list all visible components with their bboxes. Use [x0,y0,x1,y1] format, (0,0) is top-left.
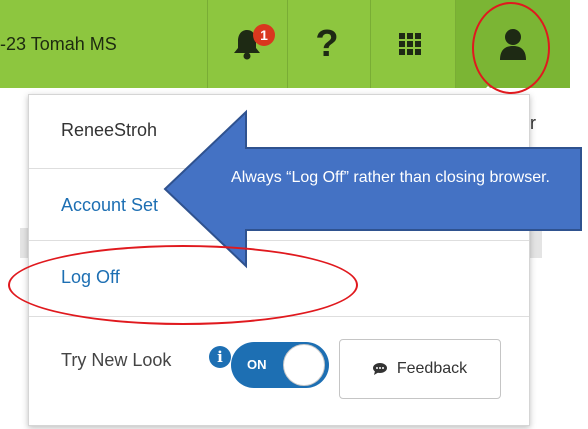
background-text: r [530,113,536,133]
apps-button[interactable] [370,0,450,88]
chat-bubble-icon [372,363,387,375]
school-selector[interactable]: -23 Tomah MS [0,0,210,88]
school-label: -23 Tomah MS [0,34,117,54]
username-label: ReneeStroh [61,120,158,140]
account-settings-label: Account Set [61,195,159,215]
notification-badge: 1 [253,24,275,46]
menu-username: ReneeStroh [29,95,529,169]
notifications-button[interactable]: 1 [207,0,287,88]
grid-icon [399,33,421,55]
info-icon[interactable]: i [209,346,231,368]
annotation-callout-text: Always “Log Off” rather than closing bro… [231,169,550,186]
background-panel [20,228,28,258]
new-look-toggle[interactable]: ON [231,342,329,388]
menu-footer: Try New Look i ON Feedback [29,317,529,425]
annotation-oval-log-off [8,245,358,325]
toggle-knob [283,344,325,386]
help-button[interactable]: ? [287,0,367,88]
background-panel [528,228,542,258]
feedback-button[interactable]: Feedback [339,339,501,399]
annotation-circle-user [472,2,550,94]
feedback-label: Feedback [396,360,468,377]
question-icon: ? [315,22,339,65]
toggle-state-label: ON [247,357,267,372]
try-new-look-label: Try New Look [61,350,172,370]
